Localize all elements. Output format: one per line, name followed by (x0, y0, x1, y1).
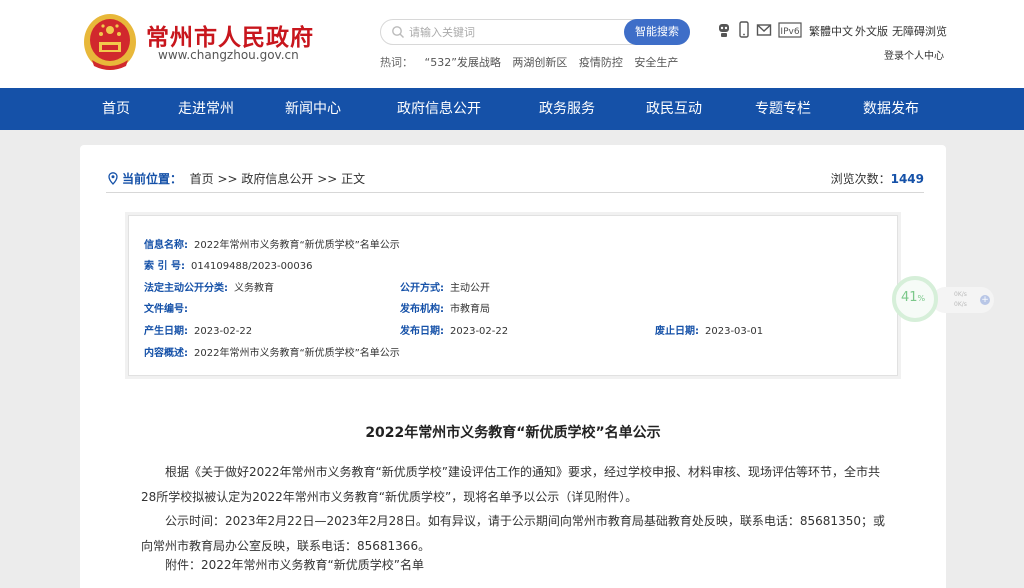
info-row-created: 产生日期: 2023-02-22 (144, 322, 252, 337)
info-value: 2023-02-22 (450, 326, 509, 337)
search-input[interactable] (409, 23, 619, 41)
info-key: 法定主动公开分类: (144, 283, 228, 294)
info-value: 2023-03-01 (705, 326, 764, 337)
info-value: 2022年常州市义务教育“新优质学校”名单公示 (194, 348, 400, 359)
location-pin-icon (108, 172, 118, 185)
percent-unit: % (917, 294, 926, 303)
ipv6-icon: IPv6 (778, 22, 802, 38)
info-key: 公开方式: (400, 283, 444, 294)
content-card: 当前位置： 首页 >> 政府信息公开 >> 正文 浏览次数：1449 信息名称:… (80, 145, 946, 588)
accessibility-link[interactable]: 无障碍浏览 (892, 23, 947, 39)
info-value: 2022年常州市义务教育“新优质学校”名单公示 (194, 240, 400, 251)
mail-icon[interactable] (756, 21, 772, 39)
article-title: 2022年常州市义务教育“新优质学校”名单公示 (365, 425, 661, 441)
site-url[interactable]: www.changzhou.gov.cn (158, 48, 299, 62)
nav-item-topics[interactable]: 专题专栏 (755, 88, 811, 130)
search-box: 智能搜索 (380, 19, 690, 45)
info-row-name: 信息名称: 2022年常州市义务教育“新优质学校”名单公示 (144, 236, 400, 251)
nav-item-home[interactable]: 首页 (102, 88, 130, 130)
info-row-docno: 文件编号: (144, 300, 194, 315)
info-key: 内容概述: (144, 348, 188, 359)
smart-search-button[interactable]: 智能搜索 (624, 19, 690, 45)
nav-item-gov-info[interactable]: 政府信息公开 (397, 88, 481, 130)
breadcrumb-label: 当前位置： (122, 172, 183, 186)
nav-item-interaction[interactable]: 政民互动 (646, 88, 702, 130)
svg-text:IPv6: IPv6 (780, 27, 799, 37)
info-row-mode: 公开方式: 主动公开 (400, 279, 490, 294)
national-emblem-icon[interactable] (82, 12, 138, 72)
info-value: 义务教育 (234, 283, 274, 294)
view-count: 浏览次数：1449 (831, 170, 924, 187)
view-count-label: 浏览次数： (830, 172, 891, 186)
nav-item-news[interactable]: 新闻中心 (285, 88, 341, 130)
memory-percent: 41% (901, 290, 925, 305)
info-metadata-box: 信息名称: 2022年常州市义务教育“新优质学校”名单公示 索 引 号: 01410… (128, 215, 898, 376)
percent-value: 41 (901, 290, 918, 305)
download-speed: 0K/s (954, 301, 967, 308)
hot-word-link[interactable]: 两湖创新区 (512, 56, 567, 69)
mobile-icon[interactable] (736, 21, 752, 39)
add-icon[interactable]: + (980, 295, 990, 305)
info-value: 主动公开 (450, 283, 490, 294)
hot-words: 热词： “532”发展战略 两湖创新区 疫情防控 安全生产 (380, 54, 686, 70)
attachment-link[interactable]: 附件：2022年常州市义务教育“新优质学校”名单 (141, 553, 886, 578)
view-count-value: 1449 (890, 172, 924, 186)
info-key: 索 引 号: (144, 261, 185, 272)
info-row-expire: 废止日期: 2023-03-01 (655, 322, 763, 337)
info-row-org: 发布机构: 市教育局 (400, 300, 490, 315)
login-link[interactable]: 登录个人中心 (884, 47, 944, 62)
breadcrumb: 当前位置： 首页 >> 政府信息公开 >> 正文 (108, 170, 365, 187)
site-title[interactable]: 常州市人民政府 (146, 18, 314, 52)
info-key: 发布机构: (400, 304, 444, 315)
info-key: 信息名称: (144, 240, 188, 251)
network-speed-widget[interactable]: 0K/s 0K/s + 41% (892, 276, 998, 324)
nav-item-about-changzhou[interactable]: 走进常州 (178, 88, 234, 130)
divider (106, 192, 924, 193)
upload-speed: 0K/s (954, 291, 967, 298)
info-row-summary: 内容概述: 2022年常州市义务教育“新优质学校”名单公示 (144, 344, 400, 359)
article-paragraph: 公示时间：2023年2月22日—2023年2月28日。如有异议，请于公示期间向常… (141, 514, 885, 553)
info-row-index: 索 引 号: 014109488/2023-00036 (144, 257, 312, 272)
breadcrumb-path[interactable]: 首页 >> 政府信息公开 >> 正文 (190, 172, 365, 186)
info-key: 废止日期: (655, 326, 699, 337)
traditional-chinese-link[interactable]: 繁體中文 (809, 23, 853, 39)
nav-item-data[interactable]: 数据发布 (863, 88, 919, 130)
hot-word-link[interactable]: “532”发展战略 (425, 56, 501, 69)
hot-word-link[interactable]: 疫情防控 (579, 56, 623, 69)
foreign-version-link[interactable]: 外文版 (855, 23, 888, 39)
speed-pill: 0K/s 0K/s + (932, 287, 994, 313)
hot-words-label: 热词： (380, 56, 413, 69)
article-paragraph: 根据《关于做好2022年常州市义务教育“新优质学校”建设评估工作的通知》要求，经… (141, 465, 880, 504)
nav-item-services[interactable]: 政务服务 (539, 88, 595, 130)
search-icon (392, 26, 404, 38)
info-value: 市教育局 (450, 304, 490, 315)
info-key: 产生日期: (144, 326, 188, 337)
robot-icon[interactable] (716, 21, 732, 39)
info-value: 014109488/2023-00036 (190, 261, 313, 272)
info-row-published: 发布日期: 2023-02-22 (400, 322, 508, 337)
info-value: 2023-02-22 (194, 326, 253, 337)
main-nav: 首页 走进常州 新闻中心 政府信息公开 政务服务 政民互动 专题专栏 数据发布 (0, 88, 1024, 130)
site-header: 常州市人民政府 www.changzhou.gov.cn 智能搜索 热词： “5… (0, 0, 1024, 88)
info-row-category: 法定主动公开分类: 义务教育 (144, 279, 274, 294)
hot-word-link[interactable]: 安全生产 (634, 56, 678, 69)
info-key: 发布日期: (400, 326, 444, 337)
info-key: 文件编号: (144, 304, 188, 315)
